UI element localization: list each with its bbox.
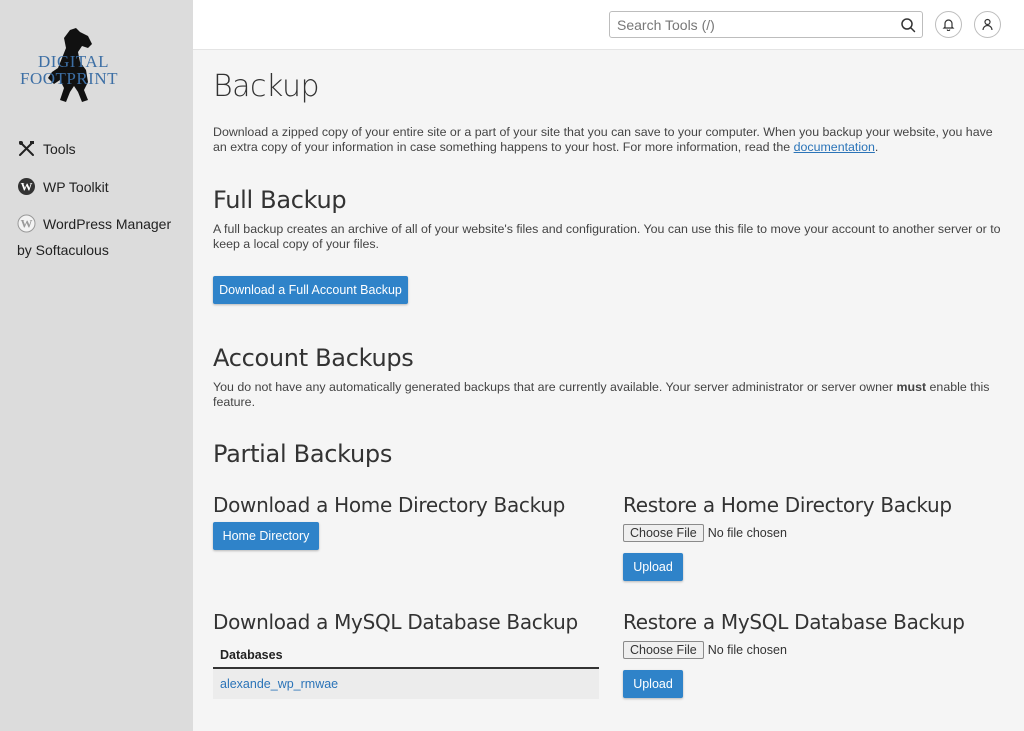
sql-file-input: Choose File No file chosen bbox=[623, 641, 787, 659]
intro-end: . bbox=[874, 140, 879, 154]
choose-file-button[interactable]: Choose File bbox=[623, 641, 704, 659]
home-directory-button[interactable]: Home Directory bbox=[213, 522, 319, 550]
sidebar-item-wp-toolkit[interactable]: W WP Toolkit bbox=[17, 177, 109, 196]
wordpress-icon: W bbox=[17, 214, 36, 233]
brand-logo[interactable]: DIGITAL FOOTPRINT bbox=[18, 26, 120, 108]
user-icon bbox=[982, 18, 993, 31]
sidebar-item-label-line2[interactable]: by Softaculous bbox=[17, 242, 109, 258]
table-row[interactable]: alexande_wp_rmwae bbox=[213, 669, 599, 699]
user-menu-button[interactable] bbox=[974, 11, 1001, 38]
restore-sql-heading: Restore a MySQL Database Backup bbox=[623, 610, 965, 634]
download-sql-heading: Download a MySQL Database Backup bbox=[213, 610, 578, 634]
documentation-link[interactable]: documentation bbox=[794, 140, 875, 154]
sidebar-item-wordpress-manager[interactable]: W WordPress Manager bbox=[17, 214, 171, 233]
choose-file-button[interactable]: Choose File bbox=[623, 524, 704, 542]
databases-table: Databases alexande_wp_rmwae bbox=[213, 642, 599, 699]
upload-home-button[interactable]: Upload bbox=[623, 553, 683, 581]
page-title: Backup bbox=[213, 69, 320, 104]
account-backups-text-a: You do not have any automatically genera… bbox=[213, 380, 897, 394]
partial-backups-heading: Partial Backups bbox=[213, 440, 393, 468]
databases-header: Databases bbox=[213, 642, 599, 669]
search-input[interactable]: Search Tools (/) bbox=[609, 11, 923, 38]
notifications-button[interactable] bbox=[935, 11, 962, 38]
database-link[interactable]: alexande_wp_rmwae bbox=[220, 677, 338, 691]
sidebar-item-label: WP Toolkit bbox=[43, 178, 109, 195]
bell-icon bbox=[942, 19, 955, 31]
sidebar-item-tools[interactable]: Tools bbox=[17, 139, 76, 158]
sidebar: DIGITAL FOOTPRINT Tools W WP Toolkit W W… bbox=[0, 0, 193, 731]
full-backup-text: A full backup creates an archive of all … bbox=[213, 222, 1001, 251]
account-backups-text: You do not have any automatically genera… bbox=[213, 380, 1007, 410]
tools-icon bbox=[17, 139, 36, 158]
search-icon[interactable] bbox=[900, 17, 916, 33]
upload-sql-button[interactable]: Upload bbox=[623, 670, 683, 698]
full-backup-heading: Full Backup bbox=[213, 186, 347, 214]
file-status: No file chosen bbox=[707, 526, 787, 540]
search-placeholder: Search Tools (/) bbox=[617, 17, 715, 33]
download-home-heading: Download a Home Directory Backup bbox=[213, 493, 566, 517]
intro-text: Download a zipped copy of your entire si… bbox=[213, 125, 1007, 155]
header: Search Tools (/) bbox=[193, 0, 1024, 50]
download-full-backup-button[interactable]: Download a Full Account Backup bbox=[213, 276, 408, 304]
sidebar-item-label: Tools bbox=[43, 140, 76, 157]
svg-text:W: W bbox=[21, 217, 33, 231]
wordpress-icon: W bbox=[17, 177, 36, 196]
home-file-input: Choose File No file chosen bbox=[623, 524, 787, 542]
svg-text:W: W bbox=[21, 180, 33, 194]
account-backups-text-bold: must bbox=[896, 380, 927, 394]
sidebar-item-label: WordPress Manager bbox=[43, 215, 172, 232]
restore-home-heading: Restore a Home Directory Backup bbox=[623, 493, 952, 517]
account-backups-heading: Account Backups bbox=[213, 344, 414, 372]
logo-text-line2: FOOTPRINT bbox=[20, 69, 119, 88]
file-status: No file chosen bbox=[707, 643, 787, 657]
